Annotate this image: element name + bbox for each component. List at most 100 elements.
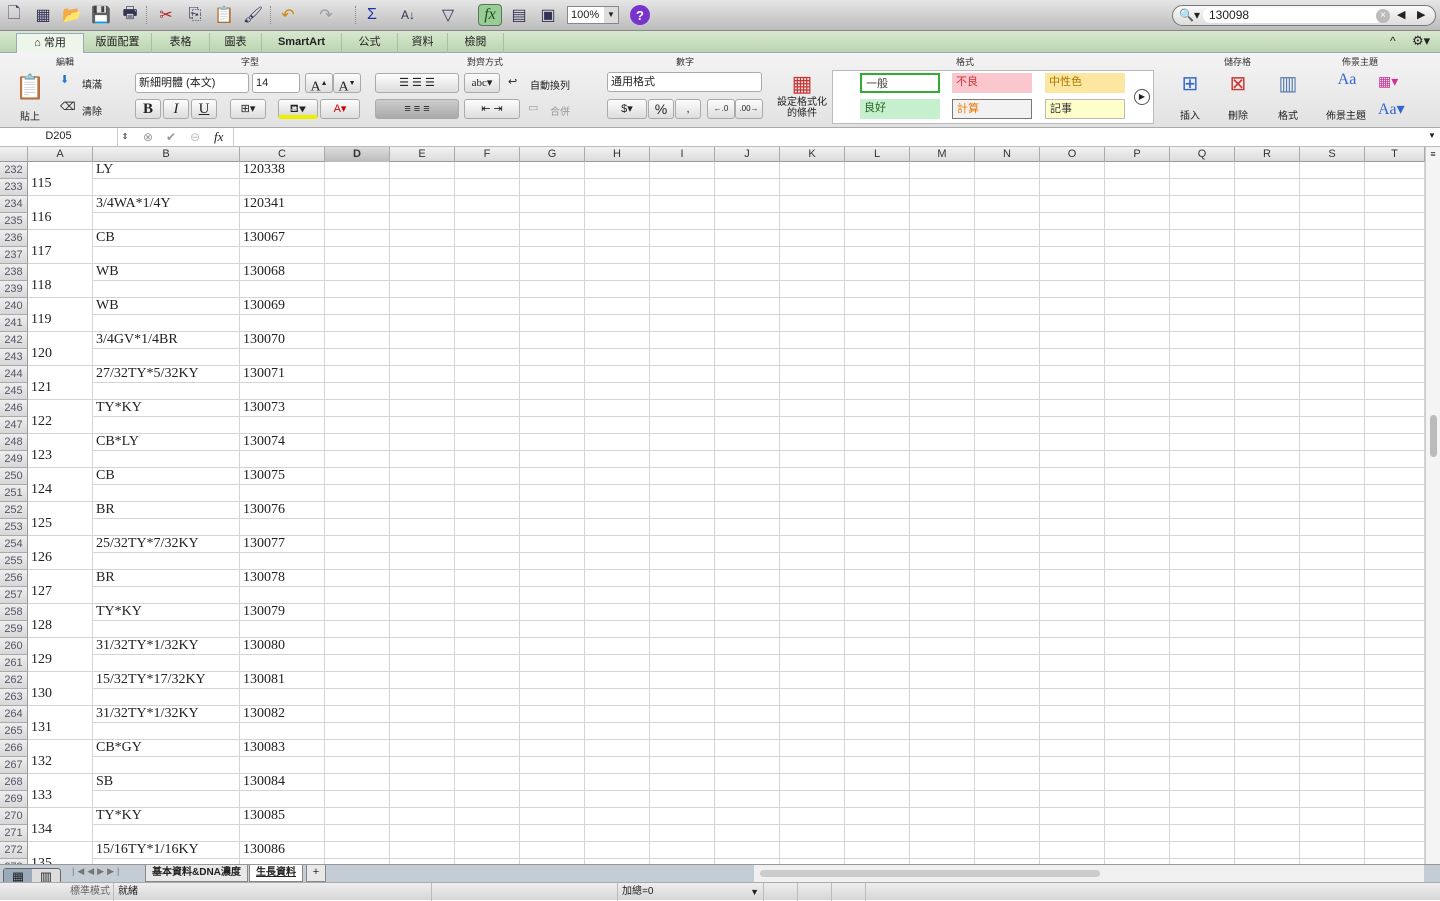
cell-i[interactable] bbox=[650, 638, 715, 655]
row-header[interactable]: 267 bbox=[0, 757, 28, 774]
cell-e[interactable] bbox=[390, 689, 455, 706]
cell-k[interactable] bbox=[780, 791, 845, 808]
cell-f[interactable] bbox=[455, 723, 520, 740]
cell-b[interactable] bbox=[93, 315, 240, 332]
cell-h[interactable] bbox=[585, 485, 650, 502]
cell-e[interactable] bbox=[390, 264, 455, 281]
cell-m[interactable] bbox=[910, 740, 975, 757]
cell-h[interactable] bbox=[585, 196, 650, 213]
cell-d[interactable] bbox=[325, 383, 390, 400]
tab-layout[interactable]: 版面配置 bbox=[84, 33, 152, 53]
cell-t[interactable] bbox=[1365, 247, 1425, 264]
cell-p[interactable] bbox=[1105, 162, 1170, 179]
add-sheet-button[interactable]: + bbox=[306, 865, 326, 882]
row-header[interactable]: 260 bbox=[0, 638, 28, 655]
cell-l[interactable] bbox=[845, 417, 910, 434]
cell-k[interactable] bbox=[780, 774, 845, 791]
cell-j[interactable] bbox=[715, 774, 780, 791]
cell-p[interactable] bbox=[1105, 570, 1170, 587]
column-header-a[interactable]: A bbox=[28, 147, 93, 162]
cell-d[interactable] bbox=[325, 757, 390, 774]
cell-m[interactable] bbox=[910, 519, 975, 536]
cell-g[interactable] bbox=[520, 757, 585, 774]
column-header-e[interactable]: E bbox=[390, 147, 455, 162]
cell-o[interactable] bbox=[1040, 553, 1105, 570]
cell-m[interactable] bbox=[910, 672, 975, 689]
cell-c[interactable] bbox=[240, 417, 325, 434]
cell-f[interactable] bbox=[455, 230, 520, 247]
cell-p[interactable] bbox=[1105, 417, 1170, 434]
cell-s[interactable] bbox=[1300, 298, 1365, 315]
cell-f[interactable] bbox=[455, 587, 520, 604]
cell-h[interactable] bbox=[585, 519, 650, 536]
cell-i[interactable] bbox=[650, 689, 715, 706]
cell-a[interactable]: 128 bbox=[28, 604, 93, 638]
cell-h[interactable] bbox=[585, 332, 650, 349]
cell-t[interactable] bbox=[1365, 315, 1425, 332]
cell-f[interactable] bbox=[455, 808, 520, 825]
cell-m[interactable] bbox=[910, 774, 975, 791]
style-bad[interactable]: 不良 bbox=[952, 73, 1032, 93]
cell-p[interactable] bbox=[1105, 179, 1170, 196]
cell-s[interactable] bbox=[1300, 162, 1365, 179]
cell-q[interactable] bbox=[1170, 774, 1235, 791]
cell-i[interactable] bbox=[650, 366, 715, 383]
theme-colors-icon[interactable]: ▦▾ bbox=[1378, 73, 1398, 90]
cell-r[interactable] bbox=[1235, 332, 1300, 349]
cell-g[interactable] bbox=[520, 485, 585, 502]
cell-h[interactable] bbox=[585, 434, 650, 451]
cell-e[interactable] bbox=[390, 400, 455, 417]
cell-m[interactable] bbox=[910, 791, 975, 808]
cell-a[interactable]: 123 bbox=[28, 434, 93, 468]
cell-a[interactable]: 126 bbox=[28, 536, 93, 570]
cell-q[interactable] bbox=[1170, 621, 1235, 638]
cell-d[interactable] bbox=[325, 162, 390, 179]
cell-t[interactable] bbox=[1365, 604, 1425, 621]
cell-m[interactable] bbox=[910, 723, 975, 740]
cell-n[interactable] bbox=[975, 757, 1040, 774]
cell-f[interactable] bbox=[455, 604, 520, 621]
cell-j[interactable] bbox=[715, 434, 780, 451]
cell-l[interactable] bbox=[845, 791, 910, 808]
delete-cells-button[interactable]: ⊠ 刪除 bbox=[1218, 71, 1258, 125]
style-neutral[interactable]: 中性色 bbox=[1045, 73, 1125, 93]
cell-r[interactable] bbox=[1235, 451, 1300, 468]
cell-k[interactable] bbox=[780, 332, 845, 349]
cell-i[interactable] bbox=[650, 723, 715, 740]
cell-n[interactable] bbox=[975, 791, 1040, 808]
row-header[interactable]: 256 bbox=[0, 570, 28, 587]
cell-c[interactable]: 130076 bbox=[240, 502, 325, 519]
row-header[interactable]: 251 bbox=[0, 485, 28, 502]
cell-h[interactable] bbox=[585, 706, 650, 723]
cell-r[interactable] bbox=[1235, 621, 1300, 638]
cell-m[interactable] bbox=[910, 366, 975, 383]
cell-p[interactable] bbox=[1105, 553, 1170, 570]
cell-d[interactable] bbox=[325, 247, 390, 264]
cell-t[interactable] bbox=[1365, 553, 1425, 570]
cell-f[interactable] bbox=[455, 536, 520, 553]
cell-e[interactable] bbox=[390, 162, 455, 179]
cell-h[interactable] bbox=[585, 553, 650, 570]
cell-f[interactable] bbox=[455, 757, 520, 774]
cell-q[interactable] bbox=[1170, 808, 1235, 825]
cell-h[interactable] bbox=[585, 349, 650, 366]
cell-s[interactable] bbox=[1300, 230, 1365, 247]
cell-p[interactable] bbox=[1105, 706, 1170, 723]
cell-p[interactable] bbox=[1105, 332, 1170, 349]
cell-f[interactable] bbox=[455, 774, 520, 791]
cell-o[interactable] bbox=[1040, 502, 1105, 519]
cell-s[interactable] bbox=[1300, 553, 1365, 570]
cell-b[interactable]: 3/4WA*1/4Y bbox=[93, 196, 240, 213]
cell-h[interactable] bbox=[585, 740, 650, 757]
cell-k[interactable] bbox=[780, 740, 845, 757]
cell-o[interactable] bbox=[1040, 689, 1105, 706]
row-header[interactable]: 250 bbox=[0, 468, 28, 485]
row-header[interactable]: 265 bbox=[0, 723, 28, 740]
cell-g[interactable] bbox=[520, 383, 585, 400]
cell-i[interactable] bbox=[650, 315, 715, 332]
cell-n[interactable] bbox=[975, 417, 1040, 434]
cell-t[interactable] bbox=[1365, 672, 1425, 689]
cell-j[interactable] bbox=[715, 808, 780, 825]
cell-n[interactable] bbox=[975, 451, 1040, 468]
cell-b[interactable] bbox=[93, 825, 240, 842]
